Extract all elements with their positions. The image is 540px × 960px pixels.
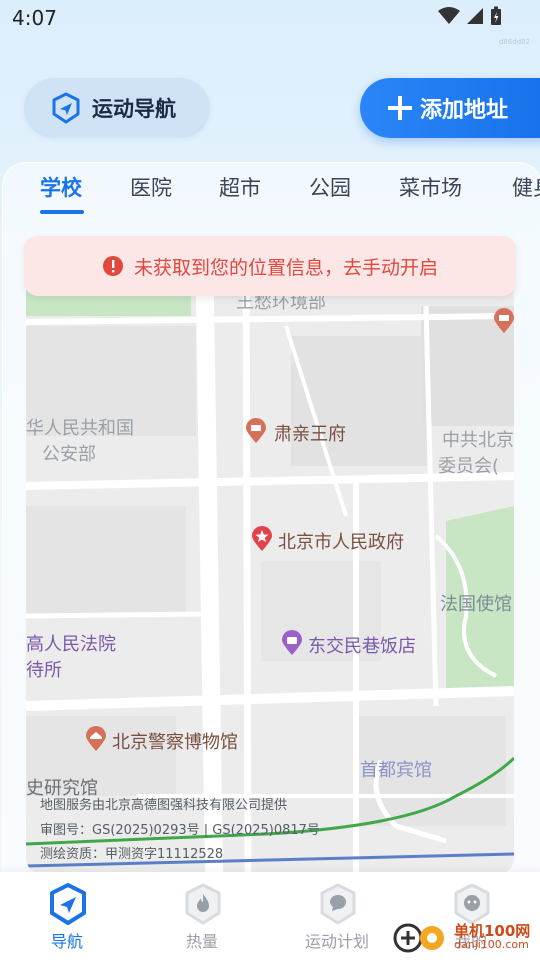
status-bar: 4:07 <box>0 0 540 36</box>
watermark-site-name: 单机100网 <box>454 922 531 940</box>
watermark-logo-icon <box>393 923 444 953</box>
signal-icon <box>467 8 483 24</box>
map-label-court-2: 待所 <box>26 660 62 681</box>
map-base <box>26 236 514 874</box>
tab-hospital[interactable]: 医院 <box>130 172 172 202</box>
watermark-text: 单机100网 danji100.com <box>454 924 530 952</box>
sport-navigation-label: 运动导航 <box>92 97 176 121</box>
location-warning-text: 未获取到您的位置信息，去手动开启 <box>133 256 438 279</box>
bottom-nav-plan[interactable]: 运动计划 <box>282 872 392 960</box>
bottom-nav-calories-label: 热量 <box>185 932 218 951</box>
restaurant-poi-icon <box>282 630 302 655</box>
category-tabs: 学校 医院 超市 公园 菜市场 健身 <box>0 172 540 222</box>
tab-supermarket[interactable]: 超市 <box>219 172 261 202</box>
map-label-ministry-2: 公安部 <box>42 444 96 465</box>
bottom-nav-navigation-label: 导航 <box>50 932 83 951</box>
active-tab-indicator <box>40 210 84 214</box>
bottom-nav-navigation[interactable]: 导航 <box>12 872 122 960</box>
alert-icon <box>102 256 123 276</box>
map-label-committee-2: 委员会( <box>438 456 500 477</box>
navigation-shield-icon <box>52 92 80 124</box>
map-label-ministry-1: 华人民共和国 <box>26 418 134 439</box>
plus-icon <box>388 96 412 120</box>
map-credit-qualification: 测绘资质：甲测资字11112528 <box>40 847 224 862</box>
add-address-label: 添加地址 <box>420 98 509 123</box>
map-label-french-embassy: 法国使馆 <box>440 594 512 615</box>
map-label-government: 北京市人民政府 <box>278 532 404 553</box>
map-label-prince-mansion: 肃亲王府 <box>274 424 346 445</box>
map-view[interactable]: 王愁环境部 华人民共和国 公安部 肃亲王府 中共北京 委员会( 北京市人民政府 … <box>26 236 514 874</box>
wifi-icon <box>438 7 460 24</box>
mansion-poi-icon <box>246 418 266 443</box>
map-credit-provider: 地图服务由北京高德图强科技有限公司提供 <box>40 798 288 813</box>
map-label-committee-1: 中共北京 <box>442 430 514 451</box>
museum-poi-icon <box>86 726 106 751</box>
flame-icon <box>185 883 221 925</box>
add-address-button[interactable]: 添加地址 <box>360 78 540 138</box>
map-label-hotel: 首都宾馆 <box>360 760 432 781</box>
status-time: 4:07 <box>12 6 57 30</box>
landmark-poi-icon <box>494 308 514 333</box>
government-poi-icon <box>252 526 272 551</box>
tab-park[interactable]: 公园 <box>309 172 351 202</box>
tab-market[interactable]: 菜市场 <box>399 172 462 202</box>
map-label-restaurant: 东交民巷饭店 <box>308 636 416 657</box>
bottom-nav-calories[interactable]: 热量 <box>147 872 257 960</box>
build-id: d86dd02 <box>498 38 530 46</box>
navigation-icon <box>50 883 86 925</box>
battery-icon <box>491 6 501 25</box>
map-credit-approval: 审图号：GS(2025)0293号 | GS(2025)0817号 <box>40 823 320 838</box>
location-warning-banner[interactable]: 未获取到您的位置信息，去手动开启 <box>24 236 516 296</box>
chat-icon <box>320 883 356 925</box>
watermark-site-url: danji100.com <box>454 938 529 951</box>
status-icons <box>438 6 502 26</box>
tab-school[interactable]: 学校 <box>40 172 82 202</box>
sport-navigation-button[interactable]: 运动导航 <box>24 78 210 138</box>
map-label-court-1: 高人民法院 <box>26 634 116 655</box>
map-label-police-museum: 北京警察博物馆 <box>112 732 238 753</box>
tab-gym[interactable]: 健身 <box>512 172 540 202</box>
site-watermark: 单机100网 danji100.com <box>392 918 530 958</box>
bottom-nav-plan-label: 运动计划 <box>304 932 369 951</box>
